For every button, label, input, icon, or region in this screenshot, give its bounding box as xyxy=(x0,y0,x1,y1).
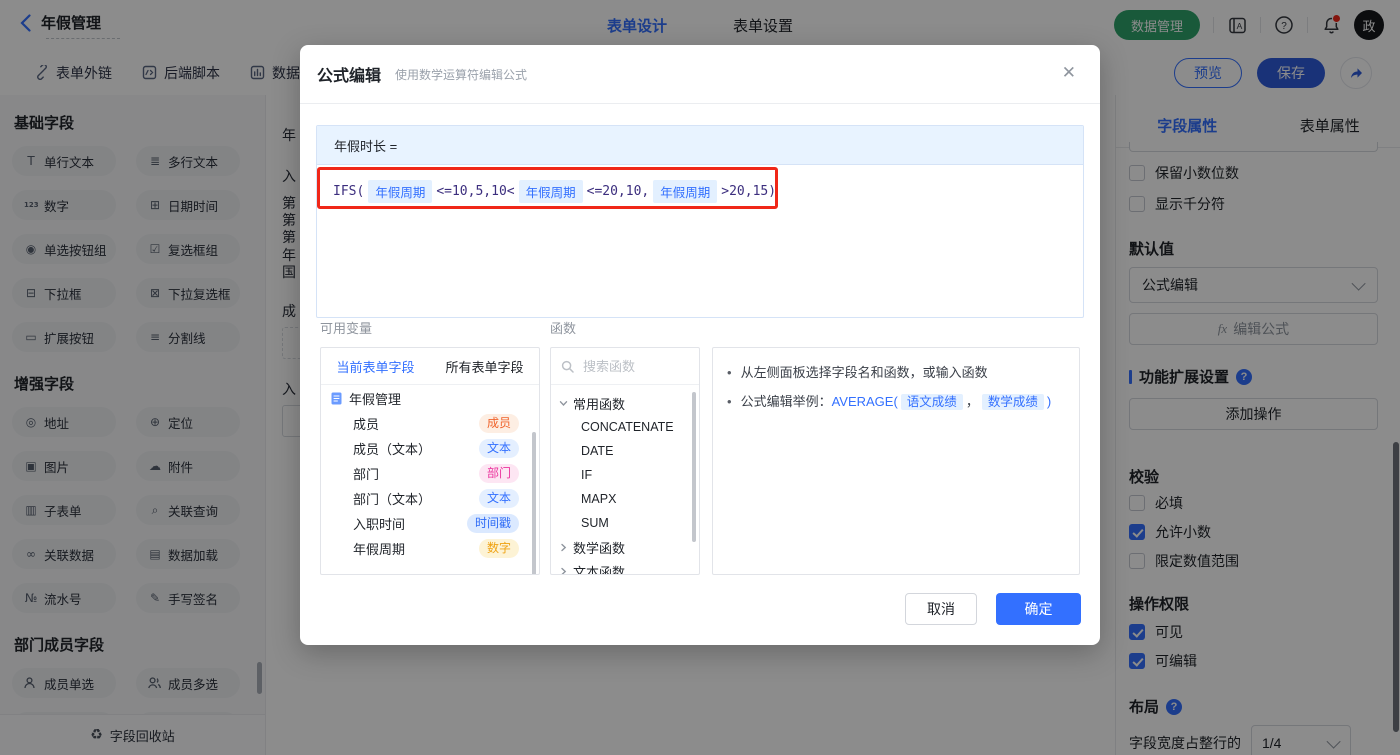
formula-expression[interactable]: IFS( 年假周期 <=10,5,10< 年假周期 <=20,10, 年假周期 … xyxy=(317,165,1083,218)
functions-panel: 常用函数 CONCATENATE DATE IF MAPX SUM 数学函数 文… xyxy=(550,347,700,575)
search-icon xyxy=(561,360,574,373)
bullet: • xyxy=(727,365,732,380)
form-doc-icon xyxy=(331,392,342,404)
tip-line: • 从左侧面板选择字段名和函数，或输入函数 xyxy=(727,363,1065,383)
type-badge: 成员 xyxy=(478,414,519,433)
formula-code: >20,15) xyxy=(721,184,777,199)
formula-target: 年假时长 = xyxy=(317,126,1083,165)
chevron-down-icon xyxy=(559,400,568,406)
variable-row[interactable]: 成员 成员 xyxy=(321,411,539,436)
chevron-right-icon xyxy=(561,567,567,574)
dialog-header: 公式编辑 使用数学运算符编辑公式 xyxy=(300,45,1100,104)
formula-code: IFS( xyxy=(333,184,365,199)
example-close-paren: ) xyxy=(1046,394,1052,409)
type-badge: 时间戳 xyxy=(466,514,519,533)
function-item[interactable]: CONCATENATE xyxy=(551,415,699,439)
formula-editor-dialog: 公式编辑 使用数学运算符编辑公式 ✕ 年假时长 = IFS( 年假周期 <=10… xyxy=(300,45,1100,645)
variable-row[interactable]: 入职时间 时间戳 xyxy=(321,511,539,536)
tab-all-form-fields[interactable]: 所有表单字段 xyxy=(445,357,523,376)
form-tree-root[interactable]: 年假管理 xyxy=(321,385,539,411)
tab-current-form-fields[interactable]: 当前表单字段 xyxy=(336,357,414,376)
function-group-common[interactable]: 常用函数 xyxy=(551,391,699,415)
variables-scrollbar[interactable] xyxy=(532,432,536,574)
variables-panel: 当前表单字段 所有表单字段 年假管理 成员 成员 成员（文本） 文本 部门 部门 部门… xyxy=(320,347,540,575)
variable-row[interactable]: 成员（文本） 文本 xyxy=(321,436,539,461)
formula-code: <=10,5,10< xyxy=(436,184,515,199)
formula-code: <=20,10, xyxy=(586,184,650,199)
field-chip[interactable]: 年假周期 xyxy=(653,180,718,203)
variable-row[interactable]: 部门 部门 xyxy=(321,461,539,486)
example-function: AVERAGE( xyxy=(831,394,898,409)
tip-example-line: • 公式编辑举例：AVERAGE(语文成绩，数学成绩) xyxy=(727,392,1065,412)
confirm-button[interactable]: 确定 xyxy=(996,593,1081,625)
function-search[interactable] xyxy=(551,348,699,385)
functions-scrollbar[interactable] xyxy=(692,392,696,542)
variable-row[interactable]: 部门（文本） 文本 xyxy=(321,486,539,511)
dialog-subtitle: 使用数学运算符编辑公式 xyxy=(395,67,528,82)
type-badge: 数字 xyxy=(478,539,519,558)
functions-label: 函数 xyxy=(550,321,577,336)
type-badge: 文本 xyxy=(478,489,519,508)
example-field-chip: 语文成绩 xyxy=(900,394,963,410)
example-field-chip: 数学成绩 xyxy=(981,394,1044,410)
type-badge: 文本 xyxy=(478,439,519,458)
tips-panel: • 从左侧面板选择字段名和函数，或输入函数 • 公式编辑举例：AVERAGE(语… xyxy=(712,347,1080,575)
function-item[interactable]: MAPX xyxy=(551,487,699,511)
field-chip[interactable]: 年假周期 xyxy=(518,180,583,203)
cancel-button[interactable]: 取消 xyxy=(905,593,977,625)
close-icon[interactable]: ✕ xyxy=(1062,64,1076,81)
field-chip[interactable]: 年假周期 xyxy=(368,180,433,203)
chevron-right-icon xyxy=(561,543,567,551)
app-window: 年假管理 表单设计 表单设置 数据管理 A ? 政 表单外链 后端脚本 预览 保… xyxy=(0,0,1400,755)
type-badge: 部门 xyxy=(478,464,519,483)
function-group-math[interactable]: 数学函数 xyxy=(551,535,699,559)
bullet: • xyxy=(727,394,732,409)
variables-label: 可用变量 xyxy=(320,321,373,336)
function-group-text[interactable]: 文本函数 xyxy=(551,559,699,574)
function-search-input[interactable] xyxy=(581,357,685,375)
dialog-title: 公式编辑 xyxy=(317,68,382,85)
function-item[interactable]: IF xyxy=(551,463,699,487)
function-item[interactable]: DATE xyxy=(551,439,699,463)
variable-row[interactable]: 年假周期 数字 xyxy=(321,536,539,561)
function-item[interactable]: SUM xyxy=(551,511,699,535)
formula-editor-box[interactable]: 年假时长 = IFS( 年假周期 <=10,5,10< 年假周期 <=20,10… xyxy=(316,125,1084,318)
